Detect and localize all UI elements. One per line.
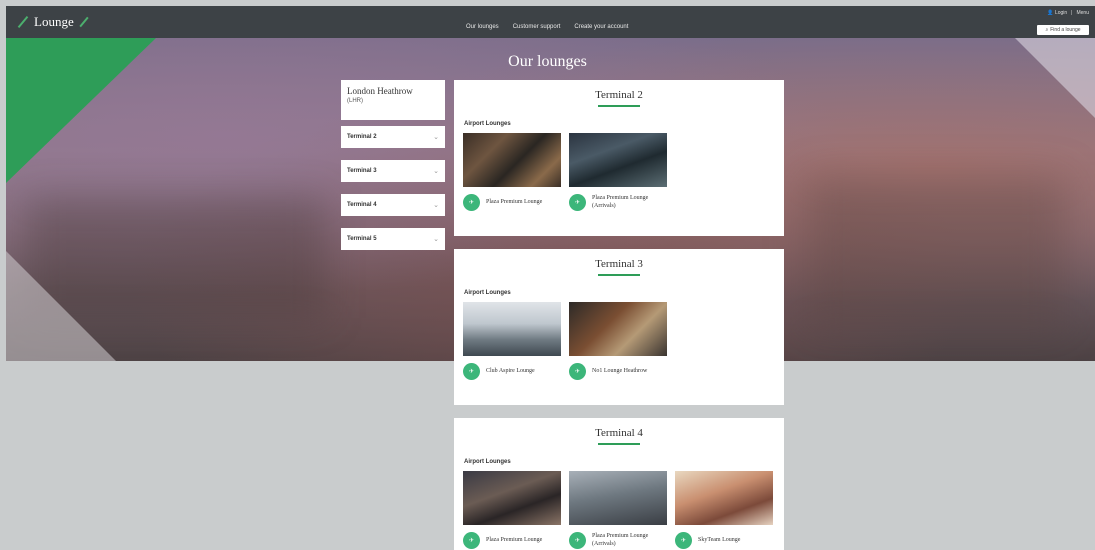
hero-blur-shape (806, 178, 1066, 328)
lounge-photo[interactable] (463, 133, 561, 187)
divider: | (1071, 10, 1073, 16)
lounge-item[interactable]: ✈ Plaza Premium Lounge (463, 471, 561, 549)
section-label: Airport Lounges (464, 290, 511, 296)
nav-customer-support[interactable]: Customer support (513, 24, 561, 30)
menu-link[interactable]: Menu (1076, 10, 1089, 16)
lounge-meta: ✈ Club Aspire Lounge (463, 363, 561, 380)
lounge-name[interactable]: Plaza Premium Lounge (486, 199, 542, 206)
logo-slash-icon (79, 16, 89, 28)
find-lounge-button[interactable]: ⌕ Find a lounge (1037, 25, 1089, 35)
sidebar-terminal-3[interactable]: Terminal 3 ⌄ (341, 160, 445, 182)
grey-triangle-decoration (1015, 38, 1095, 118)
logo-slash-icon (17, 15, 29, 29)
lounge-photo[interactable] (675, 471, 773, 525)
sidebar-terminal-2[interactable]: Terminal 2 ⌄ (341, 126, 445, 148)
lounge-name[interactable]: Plaza Premium Lounge (Arrivals) (592, 533, 667, 547)
lounge-photo[interactable] (463, 471, 561, 525)
lounge-icon: ✈ (569, 363, 586, 380)
sidebar-terminal-4[interactable]: Terminal 4 ⌄ (341, 194, 445, 216)
lounge-name[interactable]: SkyTeam Lounge (698, 537, 740, 544)
lounge-item[interactable]: ✈ Plaza Premium Lounge (463, 133, 561, 211)
title-underline (598, 105, 640, 107)
lounge-name[interactable]: Plaza Premium Lounge (Arrivals) (592, 195, 667, 209)
lounge-name[interactable]: Plaza Premium Lounge (486, 537, 542, 544)
lounge-photo[interactable] (463, 302, 561, 356)
lounge-name[interactable]: Club Aspire Lounge (486, 368, 535, 375)
lounge-item[interactable]: ✈ Plaza Premium Lounge (Arrivals) (569, 471, 667, 549)
lounge-item[interactable]: ✈ SkyTeam Lounge (675, 471, 773, 549)
login-link[interactable]: 👤 Login (1047, 10, 1067, 16)
chevron-down-icon: ⌄ (433, 168, 439, 175)
nav-create-account[interactable]: Create your account (574, 24, 628, 30)
lounge-list: ✈ Plaza Premium Lounge ✈ Plaza Premium L… (463, 133, 784, 211)
airport-code: (LHR) (347, 98, 363, 104)
lounge-icon: ✈ (675, 532, 692, 549)
utility-links: 👤 Login | Menu (1047, 10, 1089, 16)
lounge-icon: ✈ (463, 363, 480, 380)
chevron-down-icon: ⌄ (433, 134, 439, 141)
page-title: Our lounges (508, 53, 587, 70)
lounge-item[interactable]: ✈ Club Aspire Lounge (463, 302, 561, 380)
lounge-photo[interactable] (569, 471, 667, 525)
lounge-meta: ✈ Plaza Premium Lounge (463, 194, 561, 211)
chevron-down-icon: ⌄ (433, 202, 439, 209)
section-label: Airport Lounges (464, 121, 511, 127)
terminal-card: Terminal 3 Airport Lounges ✈ Club Aspire… (454, 249, 784, 405)
user-icon: 👤 (1047, 10, 1054, 16)
lounge-name[interactable]: No1 Lounge Heathrow (592, 368, 647, 375)
lounge-photo[interactable] (569, 302, 667, 356)
lounge-meta: ✈ Plaza Premium Lounge (Arrivals) (569, 194, 667, 211)
lounge-item[interactable]: ✈ No1 Lounge Heathrow (569, 302, 667, 380)
airport-name: London Heathrow (347, 86, 413, 96)
card-title: Terminal 4 (595, 427, 643, 439)
terminal-card: Terminal 4 Airport Lounges ✈ Plaza Premi… (454, 418, 784, 550)
grey-triangle-decoration (6, 251, 116, 361)
lounge-list: ✈ Plaza Premium Lounge ✈ Plaza Premium L… (463, 471, 784, 549)
lounge-icon: ✈ (463, 532, 480, 549)
card-title: Terminal 3 (595, 258, 643, 270)
lounge-meta: ✈ Plaza Premium Lounge (Arrivals) (569, 532, 667, 549)
chevron-down-icon: ⌄ (433, 236, 439, 243)
terminal-card: Terminal 2 Airport Lounges ✈ Plaza Premi… (454, 80, 784, 236)
lounge-icon: ✈ (569, 532, 586, 549)
lounge-meta: ✈ No1 Lounge Heathrow (569, 363, 667, 380)
lounge-meta: ✈ SkyTeam Lounge (675, 532, 773, 549)
site-logo[interactable]: Lounge (16, 14, 90, 30)
lounge-item[interactable]: ✈ Plaza Premium Lounge (Arrivals) (569, 133, 667, 211)
title-underline (598, 443, 640, 445)
airport-header: London Heathrow (LHR) (341, 80, 445, 120)
lounge-meta: ✈ Plaza Premium Lounge (463, 532, 561, 549)
lounge-list: ✈ Club Aspire Lounge ✈ No1 Lounge Heathr… (463, 302, 784, 380)
section-label: Airport Lounges (464, 459, 511, 465)
title-underline (598, 274, 640, 276)
lounge-icon: ✈ (569, 194, 586, 211)
page: Lounge Our lounges Customer support Crea… (0, 0, 1095, 550)
top-navigation-bar: Lounge Our lounges Customer support Crea… (6, 6, 1095, 38)
sidebar-terminal-5[interactable]: Terminal 5 ⌄ (341, 228, 445, 250)
search-icon: ⌕ (1045, 27, 1049, 33)
main-nav: Our lounges Customer support Create your… (466, 24, 628, 30)
lounge-photo[interactable] (569, 133, 667, 187)
terminal-sidebar: London Heathrow (LHR) Terminal 2 ⌄ Termi… (341, 80, 445, 262)
lounge-icon: ✈ (463, 194, 480, 211)
nav-our-lounges[interactable]: Our lounges (466, 24, 499, 30)
card-title: Terminal 2 (595, 89, 643, 101)
